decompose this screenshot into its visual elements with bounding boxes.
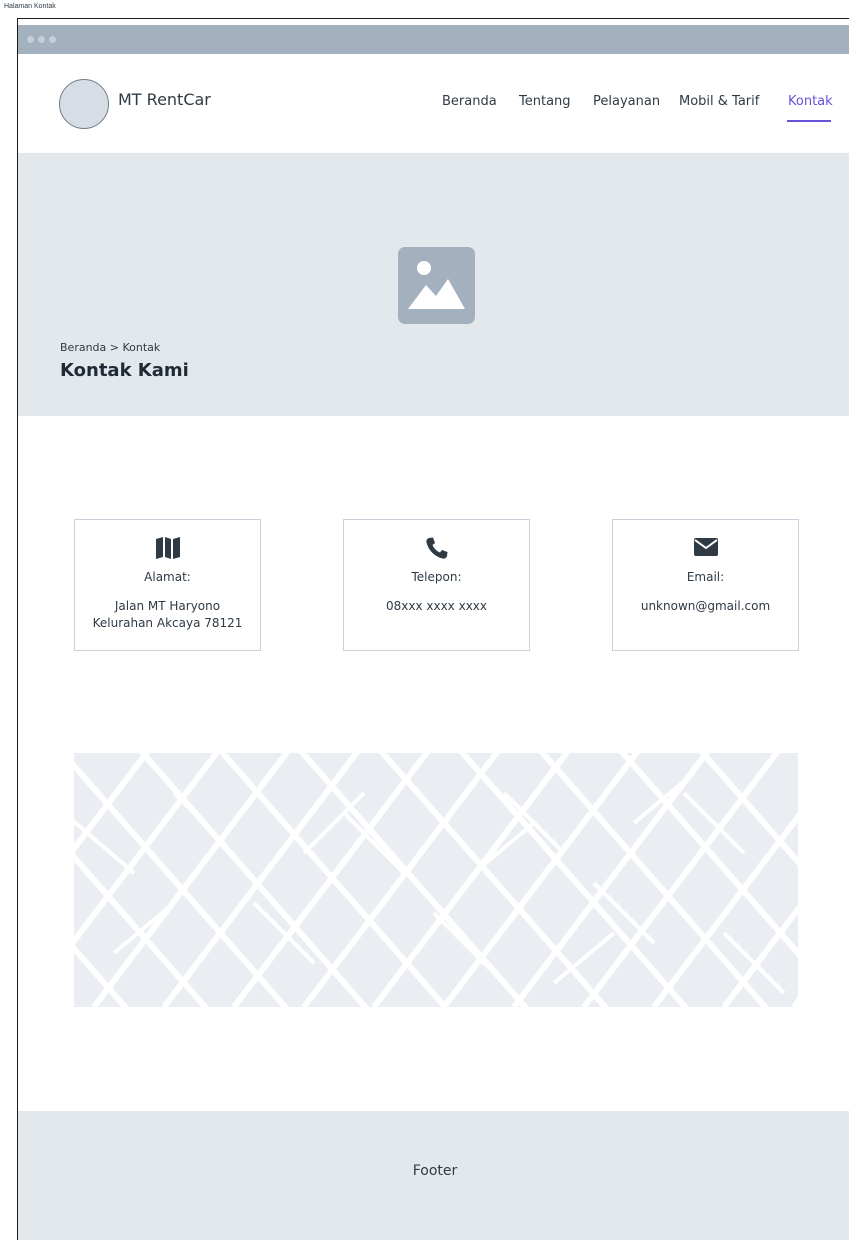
contact-card-address: Alamat: Jalan MT Haryono Kelurahan Akcay… bbox=[74, 519, 261, 651]
footer: Footer bbox=[18, 1111, 849, 1240]
nav-item-beranda[interactable]: Beranda bbox=[442, 94, 497, 109]
card-label: Email: bbox=[686, 570, 725, 584]
map-placeholder[interactable] bbox=[74, 753, 798, 1007]
nav-item-mobil-tarif[interactable]: Mobil & Tarif bbox=[679, 94, 759, 109]
envelope-icon bbox=[613, 536, 798, 560]
browser-frame: MT RentCar Beranda Tentang Pelayanan Mob… bbox=[17, 18, 849, 1240]
footer-text: Footer bbox=[412, 1163, 458, 1179]
map-icon bbox=[75, 536, 260, 560]
hero-banner: Beranda > Kontak Kontak Kami bbox=[18, 154, 849, 416]
page-title: Kontak Kami bbox=[60, 360, 189, 381]
address-line-2: Kelurahan Akcaya 78121 bbox=[92, 616, 243, 630]
nav-active-indicator bbox=[787, 120, 831, 122]
frame-title: Halaman Kontak bbox=[4, 3, 56, 10]
address-line-1: Jalan MT Haryono bbox=[114, 599, 221, 613]
phone-number[interactable]: 08xxx xxxx xxxx bbox=[344, 598, 529, 615]
image-placeholder-icon bbox=[398, 247, 475, 324]
contact-card-phone: Telepon: 08xxx xxxx xxxx bbox=[343, 519, 530, 651]
window-dot-close[interactable] bbox=[27, 36, 34, 43]
card-label: Telepon: bbox=[411, 570, 462, 584]
email-address[interactable]: unknown@gmail.com bbox=[613, 598, 798, 615]
window-dot-minimize[interactable] bbox=[38, 36, 45, 43]
breadcrumb[interactable]: Beranda > Kontak bbox=[60, 341, 160, 354]
browser-chrome bbox=[18, 25, 849, 54]
navbar: MT RentCar Beranda Tentang Pelayanan Mob… bbox=[18, 54, 849, 154]
nav-item-pelayanan[interactable]: Pelayanan bbox=[593, 94, 660, 109]
nav-item-tentang[interactable]: Tentang bbox=[519, 94, 571, 109]
window-dot-maximize[interactable] bbox=[49, 36, 56, 43]
phone-icon bbox=[344, 536, 529, 560]
logo[interactable] bbox=[59, 79, 109, 129]
brand-name[interactable]: MT RentCar bbox=[118, 90, 211, 109]
card-label: Alamat: bbox=[144, 570, 191, 584]
contact-card-email: Email: unknown@gmail.com bbox=[612, 519, 799, 651]
nav-item-kontak[interactable]: Kontak bbox=[788, 94, 833, 109]
